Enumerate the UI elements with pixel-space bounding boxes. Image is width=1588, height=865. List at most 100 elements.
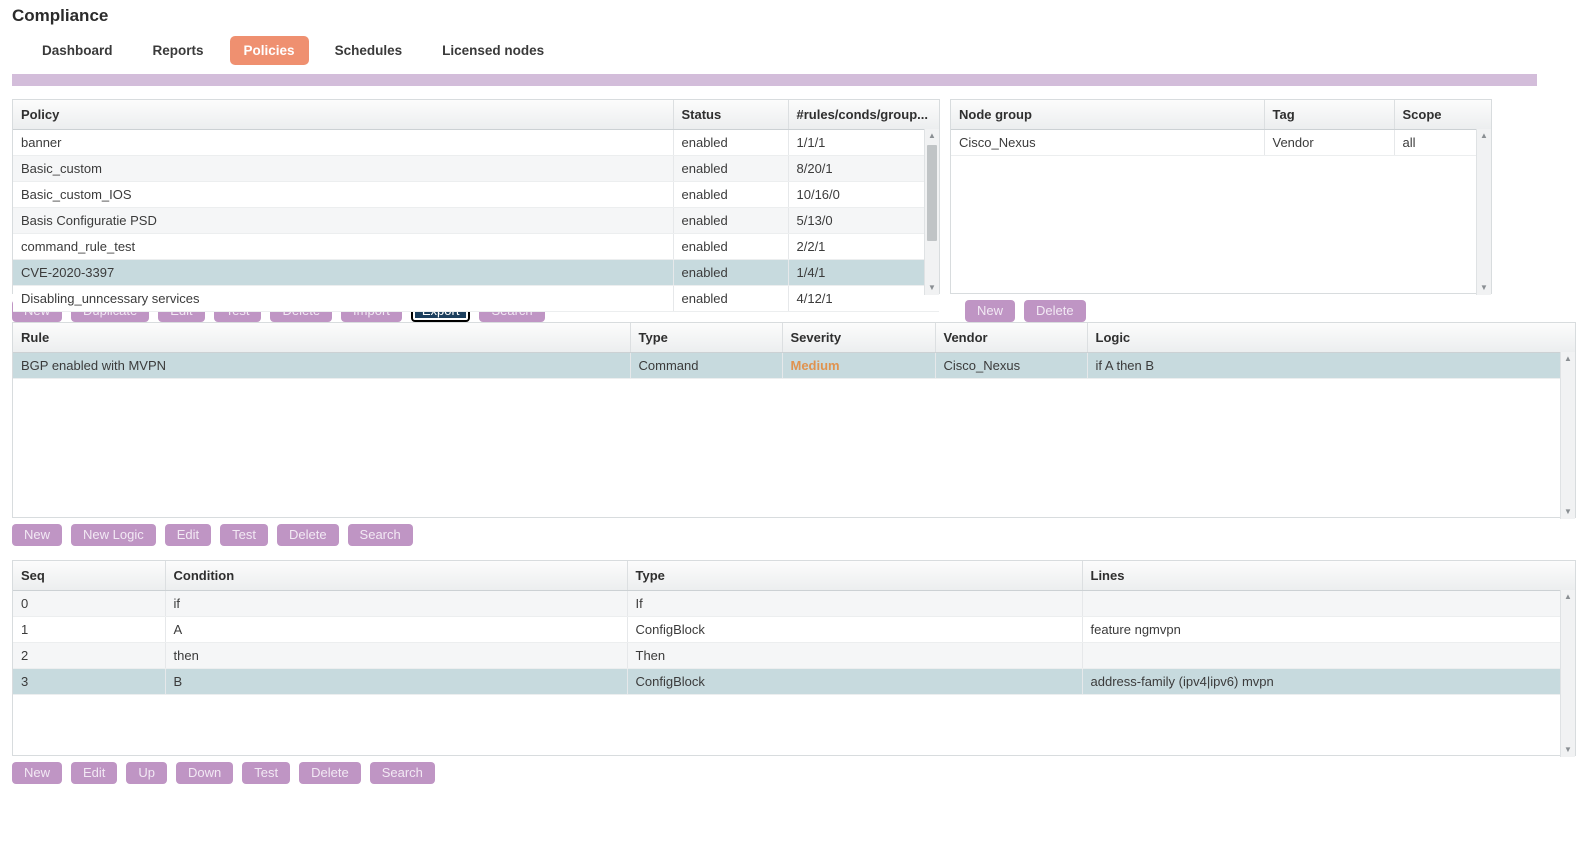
nodegroup-delete-button[interactable]: Delete xyxy=(1024,300,1086,322)
policy-counts-cell: 1/4/1 xyxy=(788,259,939,286)
policy-name-cell: CVE-2020-3397 xyxy=(13,259,674,286)
condition-search-button[interactable]: Search xyxy=(369,762,435,784)
scroll-up-arrow-icon[interactable]: ▲ xyxy=(1561,590,1575,604)
rule-name-cell: BGP enabled with MVPN xyxy=(13,352,631,379)
condition-type-cell: Then xyxy=(627,642,1083,669)
condition-name-cell: then xyxy=(165,642,628,669)
rule-column-header-4: Logic xyxy=(1087,323,1575,353)
condition-column-header-0: Seq xyxy=(13,561,166,591)
condition-column-header-1: Condition xyxy=(165,561,628,591)
nodegroup-name-cell: Cisco_Nexus xyxy=(951,129,1265,156)
rule-delete-button[interactable]: Delete xyxy=(276,524,339,546)
table-row[interactable]: Basic_custom enabled 8/20/1 xyxy=(13,155,939,182)
table-row[interactable]: 3 B ConfigBlock address-family (ipv4|ipv6) … xyxy=(13,668,1575,695)
table-row[interactable]: 1 A ConfigBlock feature ngmvpn xyxy=(13,616,1575,643)
rule-search-button[interactable]: Search xyxy=(347,524,413,546)
rule-table-container: Rule Type Severity Vendor Logic BGP enabled … xyxy=(12,322,1576,519)
page-title: Compliance xyxy=(12,6,109,25)
policy-column-header-2: #rules/conds/group... xyxy=(788,100,939,130)
condition-name-cell: B xyxy=(165,668,628,695)
condition-seq-cell: 2 xyxy=(13,642,166,669)
nodegroup-table-container: Node group Tag Scope Cisco_Nexus Vendor all … xyxy=(950,99,1492,295)
policy-column-header-0: Policy xyxy=(13,100,674,130)
condition-table-header-row: Seq Condition Type Lines xyxy=(13,561,1575,591)
rule-column-header-0: Rule xyxy=(13,323,631,353)
scroll-down-arrow-icon[interactable]: ▼ xyxy=(1561,505,1575,519)
nodegroup-panel: Node group Tag Scope Cisco_Nexus Vendor all … xyxy=(950,99,1492,322)
rule-column-header-1: Type xyxy=(630,323,783,353)
rule-new-logic-button[interactable]: New Logic xyxy=(71,524,156,546)
condition-test-button[interactable]: Test xyxy=(242,762,291,784)
policy-name-cell: command_rule_test xyxy=(13,233,674,260)
condition-new-button[interactable]: New xyxy=(12,762,63,784)
policy-counts-cell: 4/12/1 xyxy=(788,285,939,312)
policy-counts-cell: 2/2/1 xyxy=(788,233,939,260)
nodegroup-column-header-0: Node group xyxy=(951,100,1265,130)
nodegroup-new-button[interactable]: New xyxy=(965,300,1016,322)
policy-name-cell: Disabling_unncessary services xyxy=(13,285,674,312)
condition-seq-cell: 0 xyxy=(13,590,166,617)
nodegroup-table: Node group Tag Scope Cisco_Nexus Vendor all xyxy=(951,100,1491,156)
rule-table-scrollbar[interactable]: ▲ ▼ xyxy=(1560,352,1575,519)
condition-column-header-3: Lines xyxy=(1082,561,1575,591)
tab-licensed-nodes[interactable]: Licensed nodes xyxy=(428,36,558,65)
scroll-down-arrow-icon[interactable]: ▼ xyxy=(1477,281,1491,295)
policy-table-container: Policy Status #rules/conds/group... banner… xyxy=(12,99,940,312)
condition-name-cell: A xyxy=(165,616,628,643)
table-row[interactable]: command_rule_test enabled 2/2/1 xyxy=(13,233,939,260)
policy-status-cell: enabled xyxy=(673,259,789,286)
tab-policies[interactable]: Policies xyxy=(229,35,309,65)
table-row[interactable]: BGP enabled with MVPN Command Medium Cisco_… xyxy=(13,352,1575,379)
condition-down-button[interactable]: Down xyxy=(176,762,234,784)
scroll-down-arrow-icon[interactable]: ▼ xyxy=(925,281,939,295)
scroll-up-arrow-icon[interactable]: ▲ xyxy=(1561,352,1575,366)
rule-column-header-3: Vendor xyxy=(935,323,1088,353)
policy-table-scrollbar[interactable]: ▲ ▼ xyxy=(924,129,939,295)
table-row[interactable]: banner enabled 1/1/1 xyxy=(13,129,939,156)
policy-panel: Policy Status #rules/conds/group... banner… xyxy=(12,99,940,322)
table-row[interactable]: Cisco_Nexus Vendor all xyxy=(951,129,1491,156)
tab-schedules[interactable]: Schedules xyxy=(321,36,417,65)
rule-edit-button[interactable]: Edit xyxy=(164,524,212,546)
condition-lines-cell: feature ngmvpn xyxy=(1082,616,1575,643)
tab-dashboard[interactable]: Dashboard xyxy=(28,36,127,65)
policy-counts-cell: 10/16/0 xyxy=(788,181,939,208)
rule-section: Rule Type Severity Vendor Logic BGP enabled … xyxy=(12,322,1576,546)
rule-new-button[interactable]: New xyxy=(12,524,63,546)
table-row[interactable]: Basic_custom_IOS enabled 10/16/0 xyxy=(13,181,939,208)
condition-button-row: New Edit Up Down Test Delete Search xyxy=(12,756,1576,784)
nodegroup-table-scrollbar[interactable]: ▲ ▼ xyxy=(1476,129,1491,295)
policy-name-cell: Basis Configuratie PSD xyxy=(13,207,674,234)
nodegroup-table-header-row: Node group Tag Scope xyxy=(951,100,1491,130)
scrollbar-thumb[interactable] xyxy=(927,145,937,241)
table-row[interactable]: Basis Configuratie PSD enabled 5/13/0 xyxy=(13,207,939,234)
condition-type-cell: ConfigBlock xyxy=(627,616,1083,643)
nodegroup-column-header-2: Scope xyxy=(1394,100,1491,130)
scroll-up-arrow-icon[interactable]: ▲ xyxy=(1477,129,1491,143)
scroll-down-arrow-icon[interactable]: ▼ xyxy=(1561,743,1575,757)
condition-section: Seq Condition Type Lines 0 if If 1 A ConfigBlock… xyxy=(12,560,1576,784)
table-row[interactable]: CVE-2020-3397 enabled 1/4/1 xyxy=(13,259,939,286)
policy-name-cell: Basic_custom_IOS xyxy=(13,181,674,208)
tab-bar: Dashboard Reports Policies Schedules License… xyxy=(0,28,1588,66)
rule-test-button[interactable]: Test xyxy=(220,524,268,546)
policy-status-cell: enabled xyxy=(673,129,789,156)
condition-edit-button[interactable]: Edit xyxy=(71,762,118,784)
rule-vendor-cell: Cisco_Nexus xyxy=(935,352,1088,379)
condition-table-scrollbar[interactable]: ▲ ▼ xyxy=(1560,590,1575,757)
condition-name-cell: if xyxy=(165,590,628,617)
condition-column-header-2: Type xyxy=(627,561,1083,591)
scroll-up-arrow-icon[interactable]: ▲ xyxy=(925,129,939,143)
rule-table: Rule Type Severity Vendor Logic BGP enabled … xyxy=(13,323,1575,379)
table-row[interactable]: 2 then Then xyxy=(13,642,1575,669)
table-row[interactable]: Disabling_unncessary services enabled 4/12… xyxy=(13,285,939,312)
condition-lines-cell: address-family (ipv4|ipv6) mvpn xyxy=(1082,668,1575,695)
condition-seq-cell: 1 xyxy=(13,616,166,643)
tab-reports[interactable]: Reports xyxy=(139,36,218,65)
condition-up-button[interactable]: Up xyxy=(126,762,168,784)
nodegroup-tag-cell: Vendor xyxy=(1264,129,1395,156)
condition-delete-button[interactable]: Delete xyxy=(299,762,361,784)
rule-severity-cell: Medium xyxy=(782,352,936,379)
policy-counts-cell: 8/20/1 xyxy=(788,155,939,182)
table-row[interactable]: 0 if If xyxy=(13,590,1575,617)
